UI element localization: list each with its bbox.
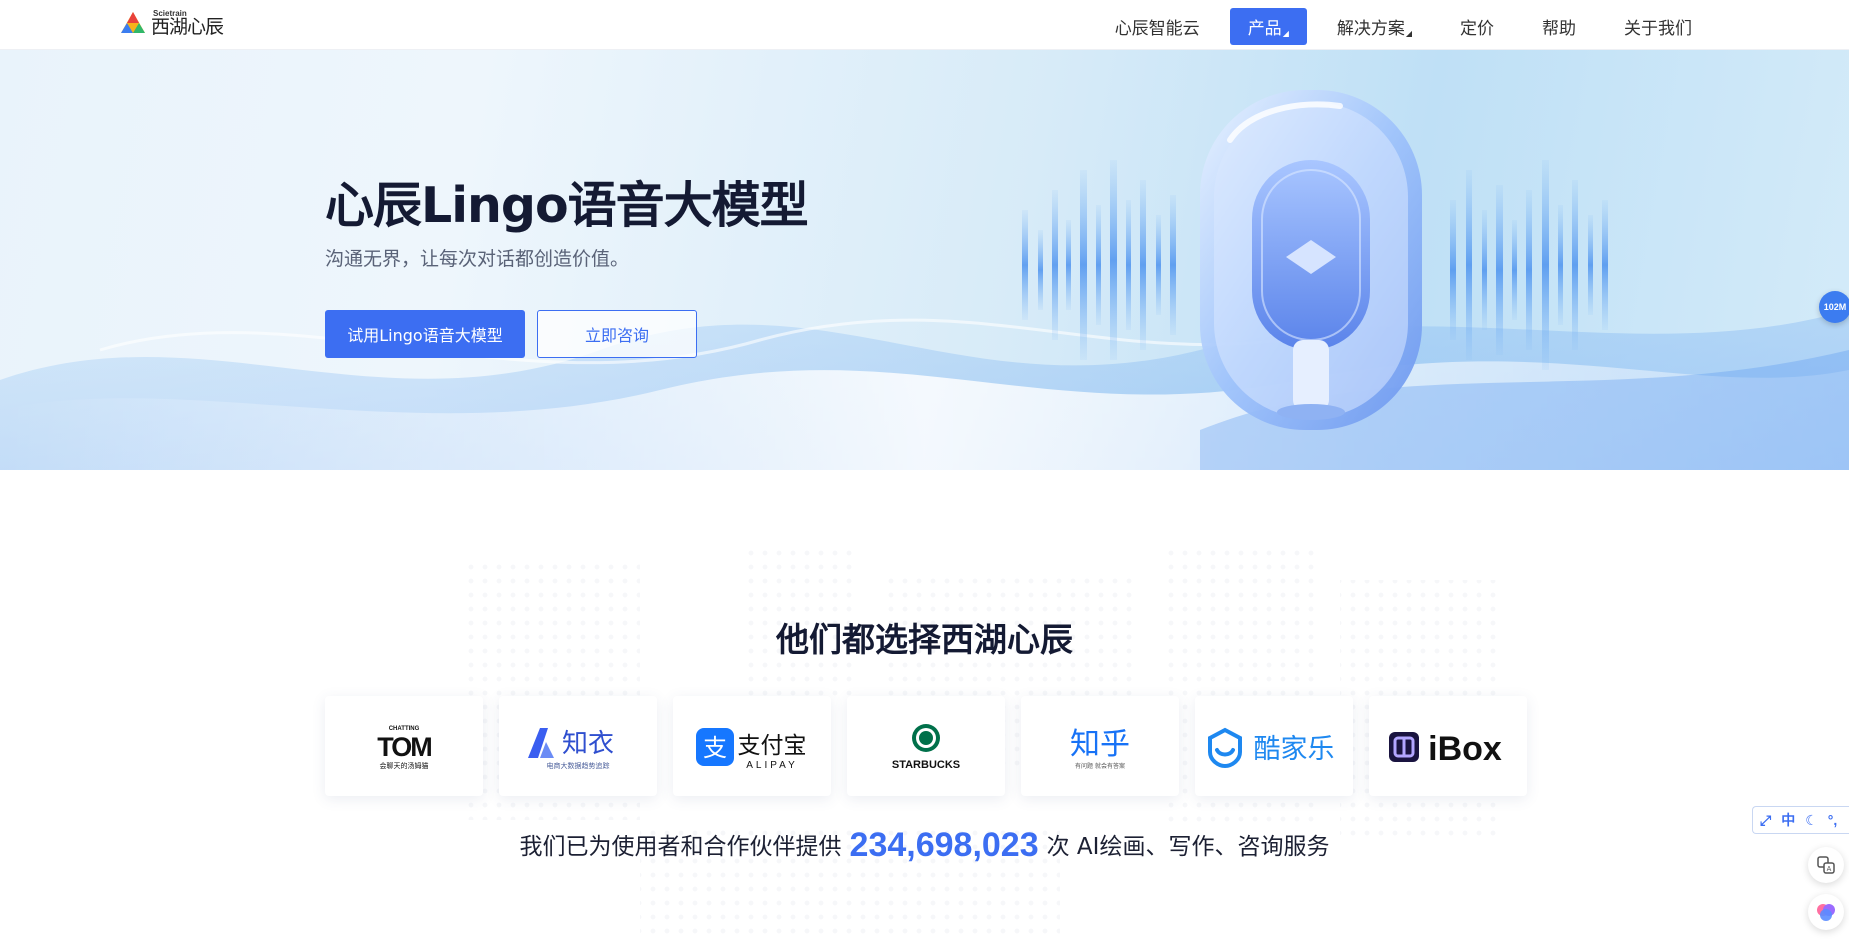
nav-item-about[interactable]: 关于我们 [1606,8,1710,45]
logo-card-tom[interactable]: CHATTING TOM 会聊天的汤姆猫 [325,696,483,796]
microphone-illustration [1200,90,1422,430]
main-nav: 心辰智能云 产品◢ 解决方案◢ 定价 帮助 关于我们 [1085,8,1710,45]
settings-dots-icon[interactable]: °, [1828,812,1838,828]
service-stat: 我们已为使用者和合作伙伴提供 234,698,023 次 AI绘画、写作、咨询服务 [0,826,1849,865]
tom-sub-text: 会聊天的汤姆猫 [380,761,429,770]
try-lingo-button[interactable]: 试用Lingo语音大模型 [325,310,525,358]
kujiale-logo-text: 酷家乐 [1254,734,1335,765]
zhihu-sub-text: 有问题 就会有答案 [1075,762,1125,770]
svg-text:支: 支 [703,734,727,762]
screenshot-icon[interactable]: ⤢ [1760,812,1771,829]
stat-prefix: 我们已为使用者和合作伙伴提供 [519,834,842,860]
logo-triangle-icon [119,9,147,37]
site-logo[interactable]: Scietrain 西湖心辰 [119,9,224,38]
dropdown-caret-icon: ◢ [1282,29,1289,38]
hero-banner: 心辰Lingo语音大模型 沟通无界，让每次对话都创造价值。 试用Lingo语音大… [0,50,1849,470]
alipay-sub-text: ALIPAY [746,760,798,771]
nav-item-solutions[interactable]: 解决方案◢ [1319,8,1430,45]
nav-item-pricing[interactable]: 定价 [1442,8,1512,45]
customer-logos: CHATTING TOM 会聊天的汤姆猫 知衣 电商大数据趋势追踪 支 支付宝 … [325,696,1527,796]
svg-text:A: A [1827,866,1832,873]
starbucks-logo-text: STARBUCKS [892,759,960,771]
language-toggle[interactable]: 中 [1781,810,1795,830]
zhiyi-logo-text: 知衣 [562,729,614,759]
tom-logo-text: TOM [377,732,431,762]
alipay-logo-text: 支付宝 [738,733,807,759]
nav-label: 产品 [1247,19,1282,39]
zhihu-logo-text: 知乎 [1070,727,1130,762]
zhiyi-sub-text: 电商大数据趋势追踪 [547,761,610,770]
hero-title: 心辰Lingo语音大模型 [325,177,809,234]
hero-subtitle: 沟通无界，让每次对话都创造价值。 [325,248,630,270]
translate-icon[interactable]: A [1808,847,1844,883]
top-header: Scietrain 西湖心辰 心辰智能云 产品◢ 解决方案◢ 定价 帮助 关于我… [0,0,1849,50]
ibox-logo-text: iBox [1428,730,1502,768]
nav-label: 解决方案 [1336,19,1405,39]
logo-card-alipay[interactable]: 支 支付宝 ALIPAY [673,696,831,796]
nav-item-cloud[interactable]: 心辰智能云 [1097,8,1218,45]
nav-item-products[interactable]: 产品◢ [1229,8,1307,45]
nav-label: 定价 [1460,19,1494,39]
logo-card-starbucks[interactable]: STARBUCKS [847,696,1005,796]
nav-label: 关于我们 [1624,19,1692,39]
ai-brain-icon[interactable] [1808,894,1844,930]
memory-badge[interactable]: 102M [1819,291,1849,323]
logo-card-zhihu[interactable]: 知乎 有问题 就会有答案 [1021,696,1179,796]
logo-card-kujiale[interactable]: 酷家乐 [1195,696,1353,796]
stat-number: 234,698,023 [849,826,1039,864]
logo-card-zhiyi[interactable]: 知衣 电商大数据趋势追踪 [499,696,657,796]
hero-background-illustration [0,90,1849,470]
consult-button[interactable]: 立即咨询 [537,310,697,358]
nav-label: 心辰智能云 [1114,19,1200,39]
customers-title: 他们都选择西湖心辰 [776,620,1073,659]
moon-icon[interactable]: ☾ [1805,812,1818,829]
logo-card-ibox[interactable]: iBox [1369,696,1527,796]
dropdown-caret-icon: ◢ [1405,29,1412,38]
stat-suffix: 次 AI绘画、写作、咨询服务 [1046,834,1330,860]
nav-item-help[interactable]: 帮助 [1524,8,1594,45]
page-tools-bar: ⤢ 中 ☾ °, [1752,806,1849,834]
logo-chinese: 西湖心辰 [151,15,224,38]
nav-label: 帮助 [1542,19,1576,39]
